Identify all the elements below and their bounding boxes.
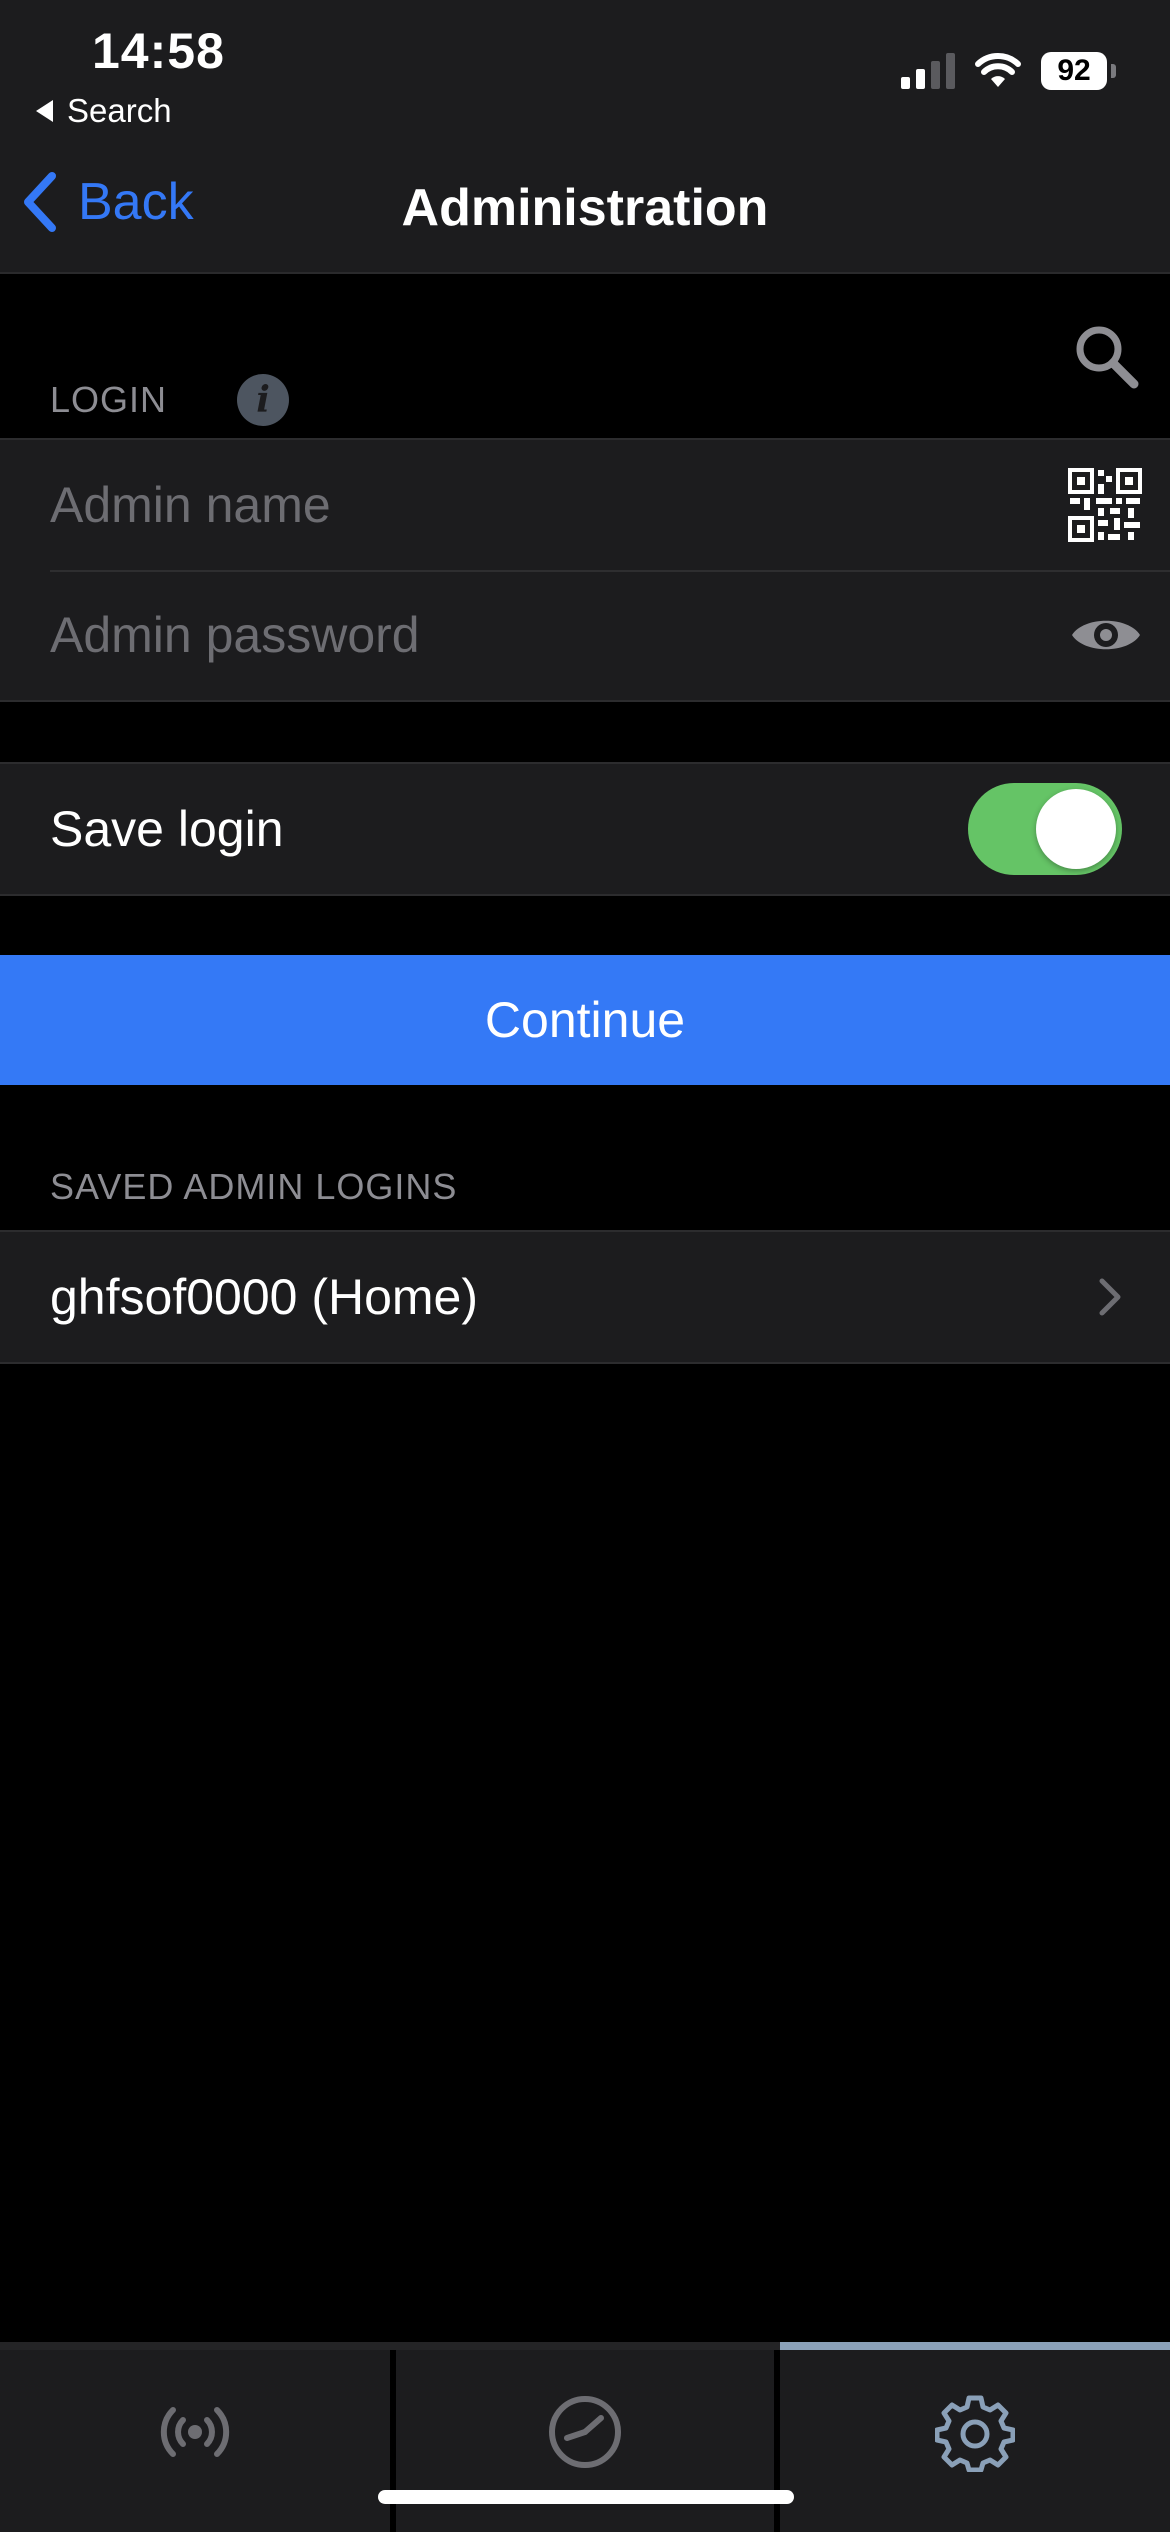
search-button[interactable]	[1070, 320, 1142, 392]
saved-logins-header: SAVED ADMIN LOGINS	[50, 1166, 458, 1207]
battery-level: 92	[1041, 52, 1107, 90]
toggle-knob	[1036, 789, 1116, 869]
tab-indicator-active	[780, 2342, 1170, 2350]
login-section-header: LOGIN i	[50, 374, 290, 426]
broadcast-icon	[160, 2407, 230, 2457]
wifi-icon	[975, 53, 1021, 87]
status-back-to-app[interactable]: Search	[36, 92, 172, 130]
status-time: 14:58	[92, 23, 225, 79]
navigation-header: 14:58 Search 92 Back Administration	[0, 0, 1170, 274]
home-indicator[interactable]	[378, 2490, 794, 2504]
admin-name-row	[0, 440, 1170, 570]
battery-indicator: 92	[1041, 52, 1116, 90]
battery-tip	[1111, 64, 1116, 78]
admin-password-row	[0, 570, 1170, 700]
gear-icon	[935, 2395, 1015, 2472]
tab-settings[interactable]	[780, 2342, 1170, 2532]
save-login-toggle[interactable]	[968, 783, 1122, 875]
disclosure	[1098, 1277, 1122, 1317]
admin-name-input[interactable]	[50, 476, 950, 534]
show-password-button[interactable]	[1070, 612, 1142, 658]
tab-separator	[390, 2350, 396, 2532]
tab-indicator	[390, 2342, 780, 2350]
chevron-right-icon	[1099, 1278, 1121, 1316]
login-form	[0, 438, 1170, 702]
list-item[interactable]: ghfsof0000 (Home)	[0, 1232, 1170, 1362]
continue-button[interactable]: Continue	[0, 955, 1170, 1085]
qr-code-icon	[1068, 468, 1142, 542]
page-title: Administration	[401, 179, 769, 237]
qr-scan-button[interactable]	[1068, 468, 1142, 542]
eye-icon	[1072, 620, 1140, 650]
save-login-row: Save login	[0, 764, 1170, 894]
search-icon	[1076, 326, 1139, 389]
saved-login-label: ghfsof0000 (Home)	[50, 1269, 479, 1325]
login-section-label: LOGIN	[50, 379, 168, 420]
save-login-label: Save login	[50, 801, 284, 857]
saved-logins-list: ghfsof0000 (Home)	[0, 1230, 1170, 1364]
save-login-group: Save login	[0, 762, 1170, 896]
status-back-label: Search	[67, 92, 172, 129]
status-indicators: 92	[901, 52, 1116, 90]
gauge-icon	[549, 2396, 621, 2468]
tab-broadcast[interactable]	[0, 2342, 390, 2532]
admin-password-input[interactable]	[50, 606, 950, 664]
info-icon[interactable]: i	[237, 374, 290, 426]
back-triangle-icon	[36, 100, 53, 122]
tab-indicator	[0, 2342, 390, 2350]
cellular-signal-icon	[901, 53, 955, 89]
